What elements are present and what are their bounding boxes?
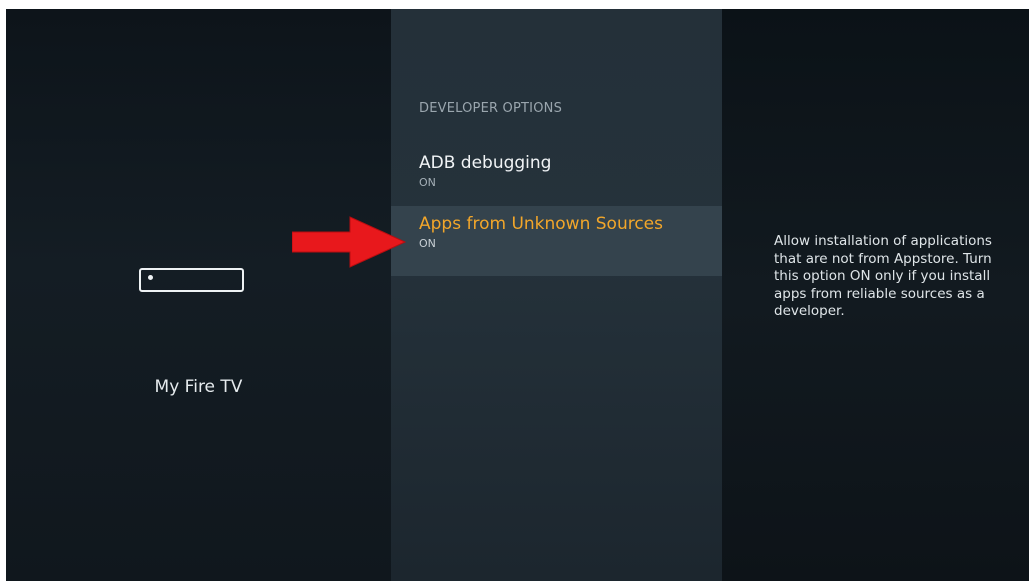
device-led-dot <box>148 275 153 280</box>
red-arrow-icon <box>292 216 407 268</box>
device-name: My Fire TV <box>154 377 243 397</box>
developer-options-menu: DEVELOPER OPTIONS ADB debugging ON Apps … <box>391 9 722 581</box>
section-header: DEVELOPER OPTIONS <box>419 101 563 116</box>
menu-item-apps-from-unknown-sources[interactable]: Apps from Unknown Sources ON <box>391 206 722 276</box>
description-panel: Allow installation of applications that … <box>722 9 1029 581</box>
option-description: Allow installation of applications that … <box>774 233 992 319</box>
fire-tv-settings-screen: My Fire TV DEVELOPER OPTIONS ADB debuggi… <box>6 9 1029 581</box>
fire-tv-stick-icon <box>139 268 244 292</box>
menu-item-label: Apps from Unknown Sources <box>419 214 664 234</box>
menu-item-label: ADB debugging <box>419 153 552 173</box>
menu-item-status: ON <box>419 237 436 250</box>
device-panel: My Fire TV <box>6 9 391 581</box>
menu-item-status: ON <box>419 176 436 189</box>
menu-item-adb-debugging[interactable]: ADB debugging ON <box>391 145 722 215</box>
